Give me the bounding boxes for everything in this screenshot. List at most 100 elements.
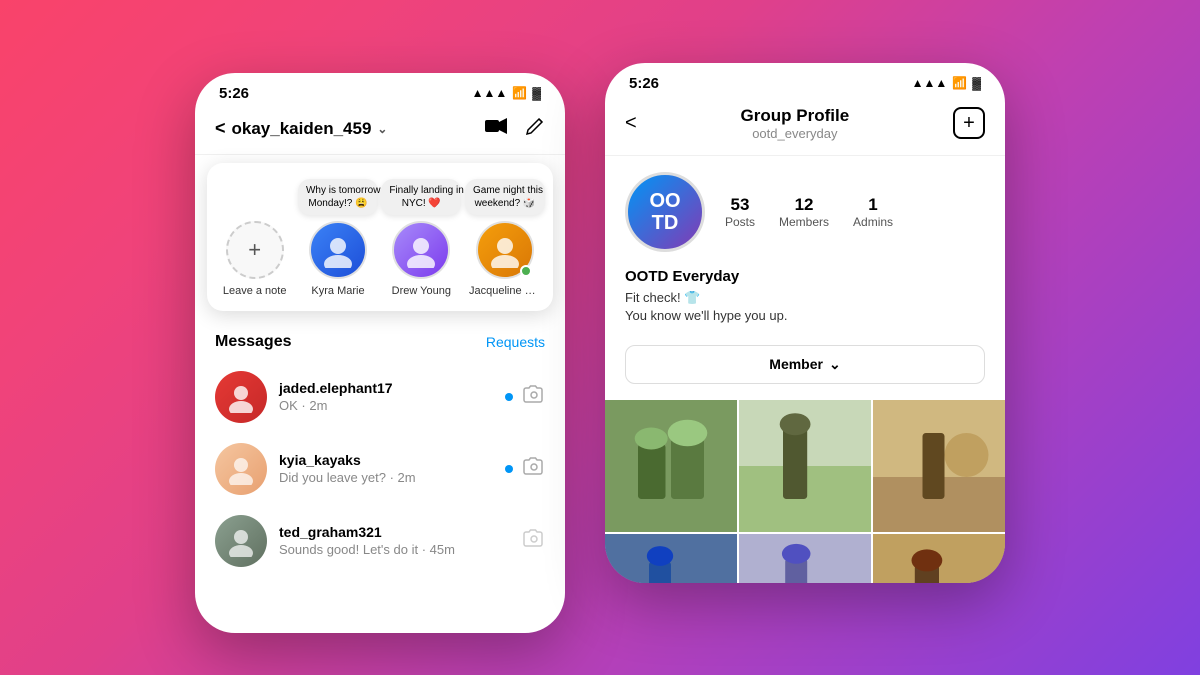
stat-admins: 1 Admins (853, 195, 893, 229)
unread-dot-2 (505, 465, 513, 473)
group-nav-title: Group Profile (741, 106, 850, 126)
message-item-2[interactable]: kyia_kayaks Did you leave yet? · 2m (211, 433, 549, 505)
msg-preview-3: Sounds good! Let's do it · 45m (279, 542, 511, 557)
msg-preview-2: Did you leave yet? · 2m (279, 470, 493, 485)
group-stats: 53 Posts 12 Members 1 Admins (725, 195, 893, 229)
camera-icon-3[interactable] (523, 529, 545, 552)
group-bio-line1: Fit check! 👕 (625, 290, 700, 305)
member-button[interactable]: Member ⌄ (625, 345, 985, 384)
photo-cell-1[interactable] (605, 400, 737, 532)
group-name: OOTD Everyday (625, 268, 985, 285)
msg-avatar-2 (215, 443, 267, 495)
status-icons-left: ▲▲▲ 📶 ▓ (472, 86, 541, 100)
nav-left[interactable]: < okay_kaiden_459 ⌄ (215, 118, 387, 139)
status-icons-right: ▲▲▲ 📶 ▓ (912, 76, 981, 90)
kyra-marie-note[interactable]: Why is tomorrowMonday!? 😩 Kyra Marie (302, 221, 373, 297)
time-left: 5:26 (219, 85, 249, 102)
photo-cell-4[interactable] (605, 534, 737, 583)
group-nav: < Group Profile ootd_everyday + (605, 98, 1005, 156)
online-indicator (520, 265, 532, 277)
admins-count: 1 (853, 195, 893, 215)
msg-actions-2 (505, 457, 545, 480)
photo-cell-3[interactable] (873, 400, 1005, 532)
stat-posts: 53 Posts (725, 195, 755, 229)
drew-label: Drew Young (386, 285, 457, 297)
battery-icon: ▓ (532, 86, 541, 100)
drew-avatar (392, 221, 450, 279)
kyra-note-bubble: Why is tomorrowMonday!? 😩 (298, 179, 378, 215)
time-right: 5:26 (629, 75, 659, 92)
nav-bar-left: < okay_kaiden_459 ⌄ (195, 108, 565, 155)
msg-actions-3 (523, 529, 545, 552)
group-profile-section: OOTD 53 Posts 12 Members 1 Admins (605, 156, 1005, 268)
requests-link[interactable]: Requests (486, 334, 545, 350)
group-bio: Fit check! 👕 You know we'll hype you up. (625, 289, 985, 325)
jacqueline-label: Jacqueline Lam (469, 285, 541, 297)
leave-note-label: Leave a note (219, 285, 290, 297)
posts-label: Posts (725, 215, 755, 229)
msg-actions-1 (505, 385, 545, 408)
msg-username-3: ted_graham321 (279, 524, 511, 540)
unread-dot-1 (505, 393, 513, 401)
kyra-avatar-wrap: Why is tomorrowMonday!? 😩 (309, 221, 367, 279)
members-label: Members (779, 215, 829, 229)
photo-cell-6[interactable] (873, 534, 1005, 583)
jacqueline-avatar-wrap: Game night thisweekend? 🎲 (476, 221, 534, 279)
wifi-icon-right: 📶 (952, 76, 967, 90)
admins-label: Admins (853, 215, 893, 229)
msg-info-1: jaded.elephant17 OK · 2m (279, 380, 493, 413)
signal-icon-right: ▲▲▲ (912, 76, 948, 90)
group-back-icon[interactable]: < (625, 112, 637, 135)
battery-icon-right: ▓ (972, 76, 981, 90)
kyra-avatar (309, 221, 367, 279)
jacqueline-note-bubble: Game night thisweekend? 🎲 (465, 179, 545, 215)
leave-note-avatar-wrap: + (226, 221, 284, 279)
drew-note-bubble: Finally landing inNYC! ❤️ (381, 179, 461, 215)
stat-members: 12 Members (779, 195, 829, 229)
nav-username: okay_kaiden_459 (232, 119, 372, 139)
plus-icon: + (248, 237, 261, 263)
group-nav-subtitle: ootd_everyday (741, 126, 850, 141)
group-nav-center: Group Profile ootd_everyday (741, 106, 850, 141)
group-bio-line2: You know we'll hype you up. (625, 308, 787, 323)
back-chevron-icon[interactable]: < (215, 118, 226, 139)
posts-count: 53 (725, 195, 755, 215)
photo-cell-2[interactable] (739, 400, 871, 532)
nav-dropdown-icon[interactable]: ⌄ (377, 122, 387, 136)
video-call-icon[interactable] (485, 117, 507, 140)
left-phone: 5:26 ▲▲▲ 📶 ▓ < okay_kaiden_459 ⌄ (195, 73, 565, 633)
status-bar-right: 5:26 ▲▲▲ 📶 ▓ (605, 63, 1005, 98)
jacqueline-note[interactable]: Game night thisweekend? 🎲 Jacqueline Lam (469, 221, 541, 297)
msg-username-1: jaded.elephant17 (279, 380, 493, 396)
message-list: jaded.elephant17 OK · 2m kyia_kayaks (195, 361, 565, 577)
notes-section: + Leave a note Why is tomorrowMonday!? 😩… (207, 163, 553, 311)
msg-avatar-1 (215, 371, 267, 423)
message-item-3[interactable]: ted_graham321 Sounds good! Let's do it ·… (211, 505, 549, 577)
wifi-icon: 📶 (512, 86, 527, 100)
messages-section-header: Messages Requests (195, 319, 565, 361)
message-item-1[interactable]: jaded.elephant17 OK · 2m (211, 361, 549, 433)
photo-grid (605, 400, 1005, 583)
msg-avatar-3 (215, 515, 267, 567)
camera-icon-1[interactable] (523, 385, 545, 408)
member-label: Member (769, 356, 823, 372)
msg-username-2: kyia_kayaks (279, 452, 493, 468)
members-count: 12 (779, 195, 829, 215)
messages-title: Messages (215, 333, 292, 351)
group-add-icon[interactable]: + (953, 107, 985, 139)
leave-note-item[interactable]: + Leave a note (219, 221, 290, 297)
camera-icon-2[interactable] (523, 457, 545, 480)
add-note-avatar[interactable]: + (226, 221, 284, 279)
photo-cell-5[interactable] (739, 534, 871, 583)
member-chevron-icon: ⌄ (829, 356, 841, 373)
signal-icon: ▲▲▲ (472, 86, 508, 100)
nav-right-icons (485, 116, 545, 142)
drew-young-note[interactable]: Finally landing inNYC! ❤️ Drew Young (386, 221, 457, 297)
drew-avatar-wrap: Finally landing inNYC! ❤️ (392, 221, 450, 279)
compose-icon[interactable] (525, 116, 545, 142)
msg-info-3: ted_graham321 Sounds good! Let's do it ·… (279, 524, 511, 557)
group-avatar: OOTD (625, 172, 705, 252)
msg-info-2: kyia_kayaks Did you leave yet? · 2m (279, 452, 493, 485)
group-info: OOTD Everyday Fit check! 👕 You know we'l… (605, 268, 1005, 337)
status-bar-left: 5:26 ▲▲▲ 📶 ▓ (195, 73, 565, 108)
